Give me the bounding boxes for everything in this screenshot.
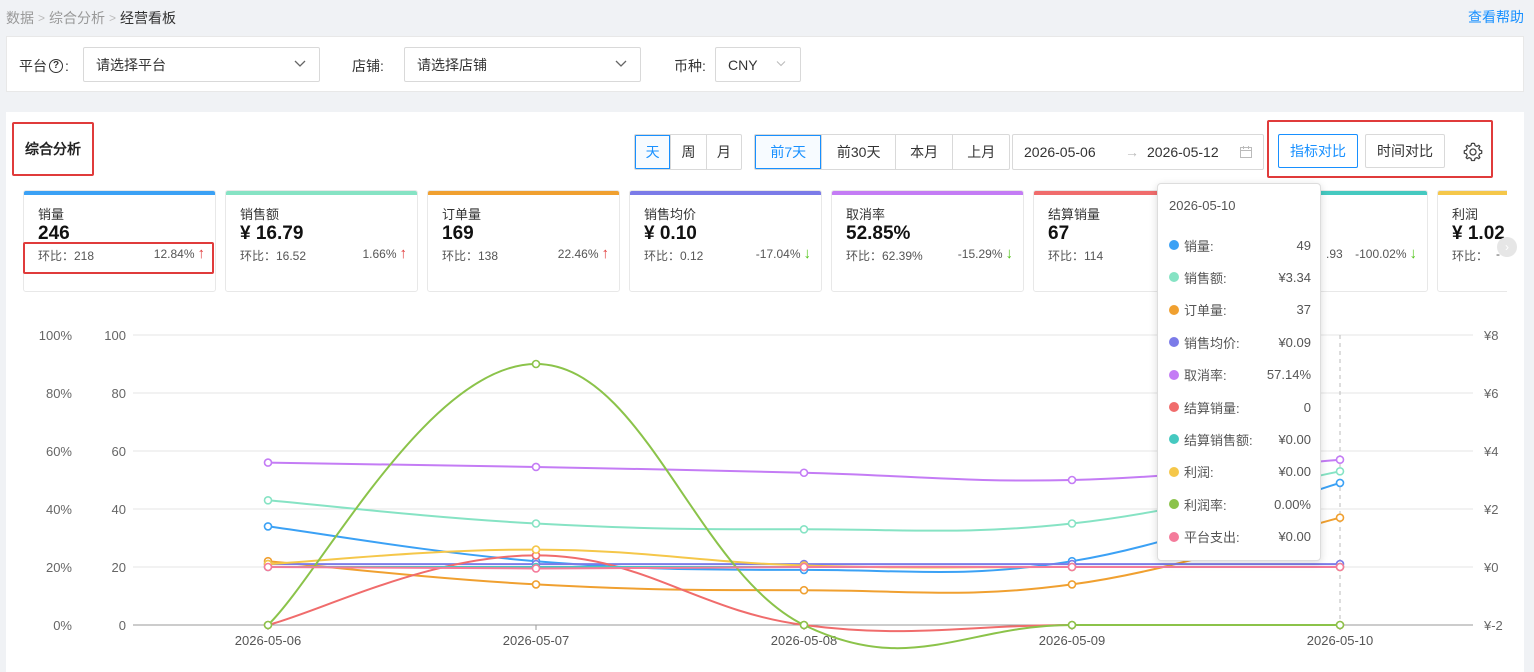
series-point xyxy=(263,495,273,505)
y-tick-currency: ¥0 xyxy=(1483,560,1498,575)
tooltip-value: 57.14% xyxy=(1266,367,1311,383)
series-point xyxy=(1067,562,1077,572)
series-point xyxy=(1335,620,1345,630)
y-tick-count: 60 xyxy=(112,444,126,459)
tooltip-value: 0.00% xyxy=(1274,496,1311,512)
tooltip-value: ¥0.09 xyxy=(1278,334,1311,350)
tooltip-value: ¥0.00 xyxy=(1278,431,1311,447)
series-point xyxy=(531,545,541,554)
series-point xyxy=(799,524,809,534)
series-point xyxy=(531,580,541,589)
series-point xyxy=(799,468,809,478)
tooltip-value: ¥3.34 xyxy=(1278,269,1311,285)
series-dot-icon xyxy=(1169,434,1179,445)
series-point xyxy=(799,620,809,630)
series-dot-icon xyxy=(1169,466,1179,477)
series-point xyxy=(1067,519,1077,528)
tooltip-label: 订单量: xyxy=(1184,303,1227,319)
y-tick-currency: ¥-2 xyxy=(1483,618,1503,633)
chart-tooltip: 2026-05-10 销量: 49 销售额: ¥3.34 订单量: 37 销售均价: ¥0.0… xyxy=(1157,183,1321,561)
series-dot-icon xyxy=(1169,304,1179,315)
tooltip-label: 结算销量: xyxy=(1184,400,1240,416)
series-point xyxy=(799,562,809,572)
tooltip-row: 利润: ¥0.00 xyxy=(1169,462,1311,482)
y-tick-count: 0 xyxy=(119,618,126,633)
y-tick-count: 20 xyxy=(112,560,126,575)
y-tick-currency: ¥6 xyxy=(1483,386,1498,401)
series-point xyxy=(1067,620,1077,630)
x-tick-label: 2026-05-10 xyxy=(1307,633,1374,648)
series-point xyxy=(1335,466,1345,476)
series-point xyxy=(1335,478,1345,488)
tooltip-label: 利润率: xyxy=(1184,497,1227,513)
tooltip-row: 销售额: ¥3.34 xyxy=(1169,267,1311,287)
y-tick-pct: 100% xyxy=(39,328,73,343)
tooltip-label: 平台支出: xyxy=(1184,530,1240,546)
y-tick-pct: 40% xyxy=(46,502,72,517)
tooltip-row: 利润率: 0.00% xyxy=(1169,494,1311,514)
series-dot-icon xyxy=(1169,240,1179,250)
tooltip-row: 订单量: 37 xyxy=(1169,300,1311,320)
series-point xyxy=(531,564,541,573)
series-point xyxy=(263,522,273,531)
series-point xyxy=(799,585,809,595)
tooltip-row: 结算销售额: ¥0.00 xyxy=(1169,429,1311,449)
series-point xyxy=(263,562,273,572)
series-point xyxy=(1335,455,1345,465)
series-point xyxy=(531,359,541,369)
tooltip-date: 2026-05-10 xyxy=(1169,198,1236,213)
tooltip-row: 结算销量: 0 xyxy=(1169,397,1311,417)
tooltip-label: 结算销售额: xyxy=(1184,432,1253,448)
y-tick-currency: ¥2 xyxy=(1483,502,1498,517)
series-point xyxy=(531,519,541,528)
y-tick-pct: 20% xyxy=(46,560,72,575)
tooltip-row: 销量: 49 xyxy=(1169,235,1311,255)
tooltip-row: 销售均价: ¥0.09 xyxy=(1169,332,1311,352)
tooltip-row: 取消率: 57.14% xyxy=(1169,365,1311,385)
tooltip-label: 利润: xyxy=(1184,465,1214,481)
tooltip-label: 销售均价: xyxy=(1184,335,1240,351)
series-point xyxy=(1335,513,1345,523)
series-point xyxy=(263,620,273,630)
tooltip-value: 49 xyxy=(1296,237,1311,253)
tooltip-label: 销量: xyxy=(1184,238,1214,254)
series-point xyxy=(531,462,541,472)
tooltip-label: 取消率: xyxy=(1184,368,1227,384)
x-tick-label: 2026-05-07 xyxy=(503,633,570,648)
tooltip-value: 0 xyxy=(1303,399,1311,415)
y-tick-count: 40 xyxy=(112,502,126,517)
series-point xyxy=(1067,580,1077,589)
series-point xyxy=(1067,475,1077,485)
y-tick-pct: 80% xyxy=(46,386,72,401)
tooltip-value: 37 xyxy=(1296,302,1311,318)
y-tick-currency: ¥8 xyxy=(1483,328,1498,343)
series-point xyxy=(1335,562,1345,572)
y-tick-count: 80 xyxy=(112,386,126,401)
y-tick-count: 100 xyxy=(104,328,126,343)
series-dot-icon xyxy=(1169,402,1179,412)
tooltip-row: 平台支出: ¥0.00 xyxy=(1169,527,1311,547)
series-dot-icon xyxy=(1169,337,1179,348)
x-tick-label: 2026-05-06 xyxy=(235,633,302,648)
tooltip-value: ¥0.00 xyxy=(1278,529,1311,545)
series-dot-icon xyxy=(1169,272,1179,283)
series-dot-icon xyxy=(1169,531,1179,542)
series-point xyxy=(263,458,273,467)
y-tick-pct: 60% xyxy=(46,444,72,459)
series-dot-icon xyxy=(1169,499,1179,510)
y-tick-currency: ¥4 xyxy=(1483,444,1498,459)
x-tick-label: 2026-05-09 xyxy=(1039,633,1106,648)
series-dot-icon xyxy=(1169,369,1179,380)
y-tick-pct: 0% xyxy=(53,618,72,633)
tooltip-label: 销售额: xyxy=(1184,270,1227,286)
tooltip-value: ¥0.00 xyxy=(1278,464,1311,480)
